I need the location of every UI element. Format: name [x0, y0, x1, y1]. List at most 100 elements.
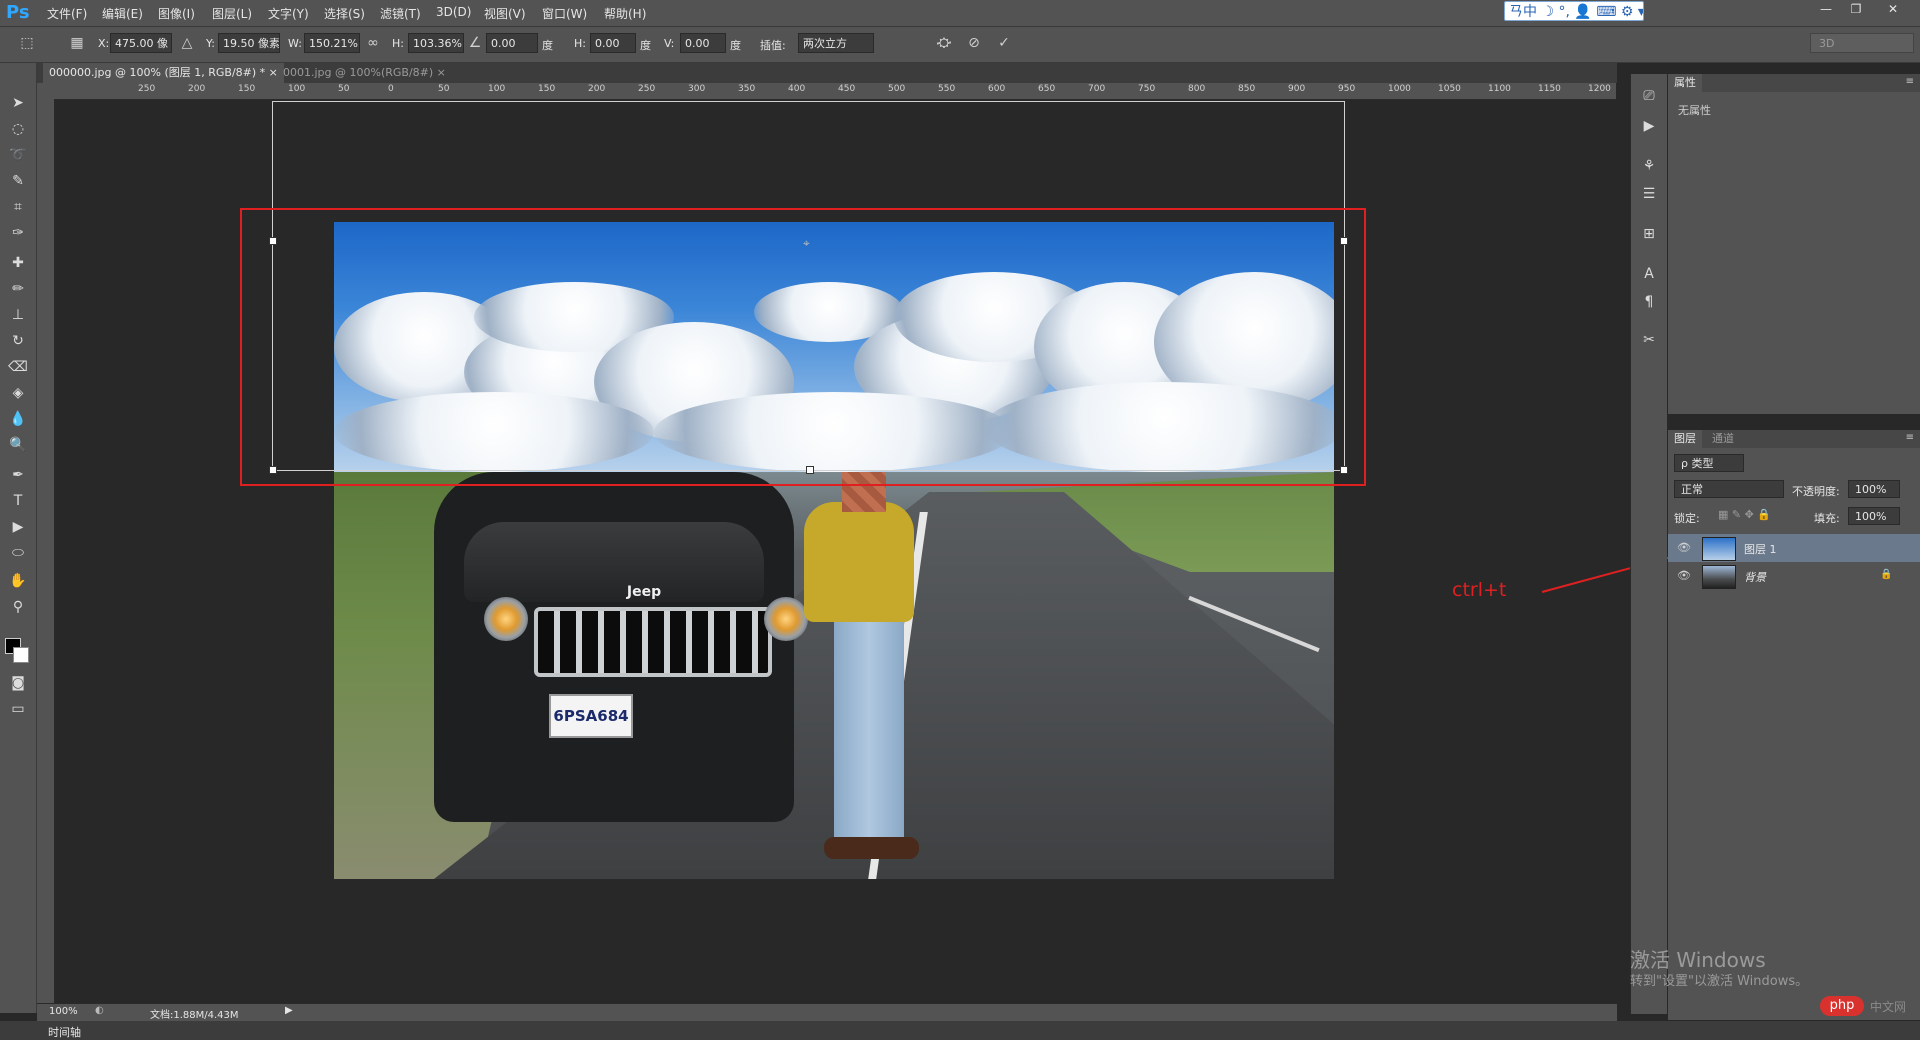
- h-field[interactable]: 103.36%: [408, 33, 464, 53]
- quick-select-tool-icon[interactable]: ✎: [8, 171, 28, 191]
- php-site-logo: php: [1820, 996, 1864, 1016]
- ruler-tick-label: 750: [1138, 84, 1156, 94]
- menu-window[interactable]: 窗口(W): [542, 5, 587, 22]
- screen-mode-icon[interactable]: ▭: [8, 699, 28, 719]
- vskew-label: V:: [664, 37, 675, 50]
- y-label: Y:: [206, 37, 215, 50]
- fill-field[interactable]: 100%: [1848, 507, 1900, 525]
- x-field[interactable]: 475.00 像: [110, 33, 172, 53]
- zoom-level[interactable]: 100%: [49, 1006, 78, 1017]
- hskew-field[interactable]: 0.00: [590, 33, 636, 53]
- lasso-tool-icon[interactable]: ➰: [8, 145, 28, 165]
- interpolation-select[interactable]: 两次立方: [798, 33, 874, 53]
- history-panel-icon[interactable]: ⎚: [1639, 86, 1659, 106]
- ruler-tick-label: 500: [888, 84, 906, 94]
- opacity-field[interactable]: 100%: [1848, 480, 1900, 498]
- hand-tool-icon[interactable]: ✋: [8, 571, 28, 591]
- type-tool-icon[interactable]: T: [8, 491, 28, 511]
- ime-toolbar[interactable]: ㄢ中 ☽ °, 👤 ⌨ ⚙ ▾: [1504, 1, 1644, 21]
- eyedropper-tool-icon[interactable]: ✑: [8, 223, 28, 243]
- quick-mask-icon[interactable]: ◙: [8, 673, 28, 693]
- timeline-label[interactable]: 时间轴: [48, 1024, 81, 1040]
- layer-name[interactable]: 图层 1: [1744, 541, 1777, 557]
- commit-transform-icon[interactable]: ✓: [995, 34, 1013, 52]
- stamp-tool-icon[interactable]: ⊥: [8, 305, 28, 325]
- vskew-unit: 度: [730, 39, 741, 52]
- tab-channels[interactable]: 通道: [1706, 430, 1740, 448]
- ruler-tick-label: 50: [438, 84, 450, 94]
- restore-icon[interactable]: ❐: [1843, 0, 1869, 18]
- tab-000000-jpg[interactable]: 000000.jpg @ 100% (图层 1, RGB/8#) * ×: [43, 63, 284, 83]
- menu-file[interactable]: 文件(F): [47, 5, 87, 22]
- tab-0001-jpg[interactable]: 0001.jpg @ 100%(RGB/8#) ×: [277, 63, 452, 83]
- clone-source-icon[interactable]: ⊞: [1639, 224, 1659, 244]
- ruler-tick-label: 300: [688, 84, 706, 94]
- paint-bucket-icon[interactable]: ◈: [8, 383, 28, 403]
- eraser-tool-icon[interactable]: ⌫: [8, 357, 28, 377]
- delta-icon[interactable]: △: [178, 34, 196, 52]
- adjustments-icon[interactable]: ☰: [1639, 184, 1659, 204]
- blur-tool-icon[interactable]: 💧: [8, 409, 28, 429]
- menu-layer[interactable]: 图层(L): [212, 5, 252, 22]
- menu-help[interactable]: 帮助(H): [604, 5, 646, 22]
- background-color-swatch[interactable]: [13, 647, 29, 663]
- menu-view[interactable]: 视图(V): [484, 5, 526, 22]
- marquee-tool-icon[interactable]: ◌: [8, 119, 28, 139]
- layer-name[interactable]: 背景: [1744, 569, 1766, 585]
- layers-menu-icon[interactable]: ≡: [1906, 432, 1914, 443]
- shape-tool-icon[interactable]: ⬭: [8, 543, 28, 563]
- path-select-icon[interactable]: ▶: [8, 517, 28, 537]
- menu-image[interactable]: 图像(I): [158, 5, 195, 22]
- menu-3d[interactable]: 3D(D): [436, 5, 471, 19]
- brush-tool-icon[interactable]: ✏: [8, 279, 28, 299]
- blend-mode-select[interactable]: 正常: [1674, 480, 1784, 498]
- ruler-tick-label: 650: [1038, 84, 1056, 94]
- angle-field[interactable]: 0.00: [486, 33, 538, 53]
- dodge-tool-icon[interactable]: 🔍: [8, 435, 28, 455]
- tab-properties[interactable]: 属性: [1668, 74, 1702, 92]
- close-icon[interactable]: ✕: [1880, 0, 1906, 18]
- layer-row-layer1[interactable]: 👁 图层 1: [1668, 534, 1920, 562]
- workspace-select[interactable]: 3D: [1810, 33, 1914, 53]
- minimize-icon[interactable]: —: [1813, 0, 1839, 18]
- history-brush-icon[interactable]: ↻: [8, 331, 28, 351]
- reference-point-icon[interactable]: ▦: [68, 34, 86, 52]
- visibility-eye-icon[interactable]: 👁: [1677, 541, 1691, 554]
- timeline-bar[interactable]: 时间轴: [0, 1021, 1920, 1040]
- lock-label: 锁定:: [1674, 512, 1700, 525]
- annotation-highlight-box: [240, 208, 1366, 486]
- pen-tool-icon[interactable]: ✒: [8, 465, 28, 485]
- document-tabs: 000000.jpg @ 100% (图层 1, RGB/8#) * × 000…: [37, 63, 1617, 83]
- panel-icon-strip: ⎚ ▶ ⚘ ☰ ⊞ A ¶ ✂: [1630, 74, 1667, 1014]
- move-tool-icon[interactable]: ➤: [8, 93, 28, 113]
- link-icon[interactable]: ∞: [364, 34, 382, 52]
- y-field[interactable]: 19.50 像素: [218, 33, 280, 53]
- healing-brush-icon[interactable]: ✚: [8, 253, 28, 273]
- hskew-unit: 度: [640, 39, 651, 52]
- cancel-transform-icon[interactable]: ⊘: [965, 34, 983, 52]
- crop-tool-icon[interactable]: ⌗: [8, 197, 28, 217]
- brush-presets-icon[interactable]: ⚘: [1639, 156, 1659, 176]
- visibility-eye-icon[interactable]: 👁: [1677, 569, 1691, 582]
- transform-tool-icon[interactable]: ⬚: [18, 34, 36, 52]
- layer-row-background[interactable]: 👁 背景 🔒: [1668, 562, 1920, 590]
- panel-menu-icon[interactable]: ≡: [1906, 76, 1914, 87]
- menu-select[interactable]: 选择(S): [324, 5, 365, 22]
- w-field[interactable]: 150.21%: [304, 33, 360, 53]
- paragraph-panel-icon[interactable]: ¶: [1639, 292, 1659, 312]
- vskew-field[interactable]: 0.00: [680, 33, 726, 53]
- tab-layers[interactable]: 图层: [1668, 430, 1702, 448]
- tool-presets-icon[interactable]: ✂: [1639, 330, 1659, 350]
- warp-icon[interactable]: ⛮: [935, 34, 953, 52]
- layer-filter-select[interactable]: ρ 类型: [1674, 454, 1744, 472]
- actions-panel-icon[interactable]: ▶: [1639, 116, 1659, 136]
- menu-edit[interactable]: 编辑(E): [102, 5, 143, 22]
- lock-icons[interactable]: ▦ ✎ ✥ 🔒: [1718, 508, 1771, 521]
- menu-filter[interactable]: 滤镜(T): [380, 5, 421, 22]
- status-menu-arrow-icon[interactable]: ▶: [285, 1005, 293, 1016]
- jeep-brand-text: Jeep: [626, 584, 662, 600]
- zoom-tool-icon[interactable]: ⚲: [8, 597, 28, 617]
- character-panel-icon[interactable]: A: [1639, 264, 1659, 284]
- menu-type[interactable]: 文字(Y): [268, 5, 309, 22]
- status-info-icon[interactable]: ◐: [95, 1005, 104, 1016]
